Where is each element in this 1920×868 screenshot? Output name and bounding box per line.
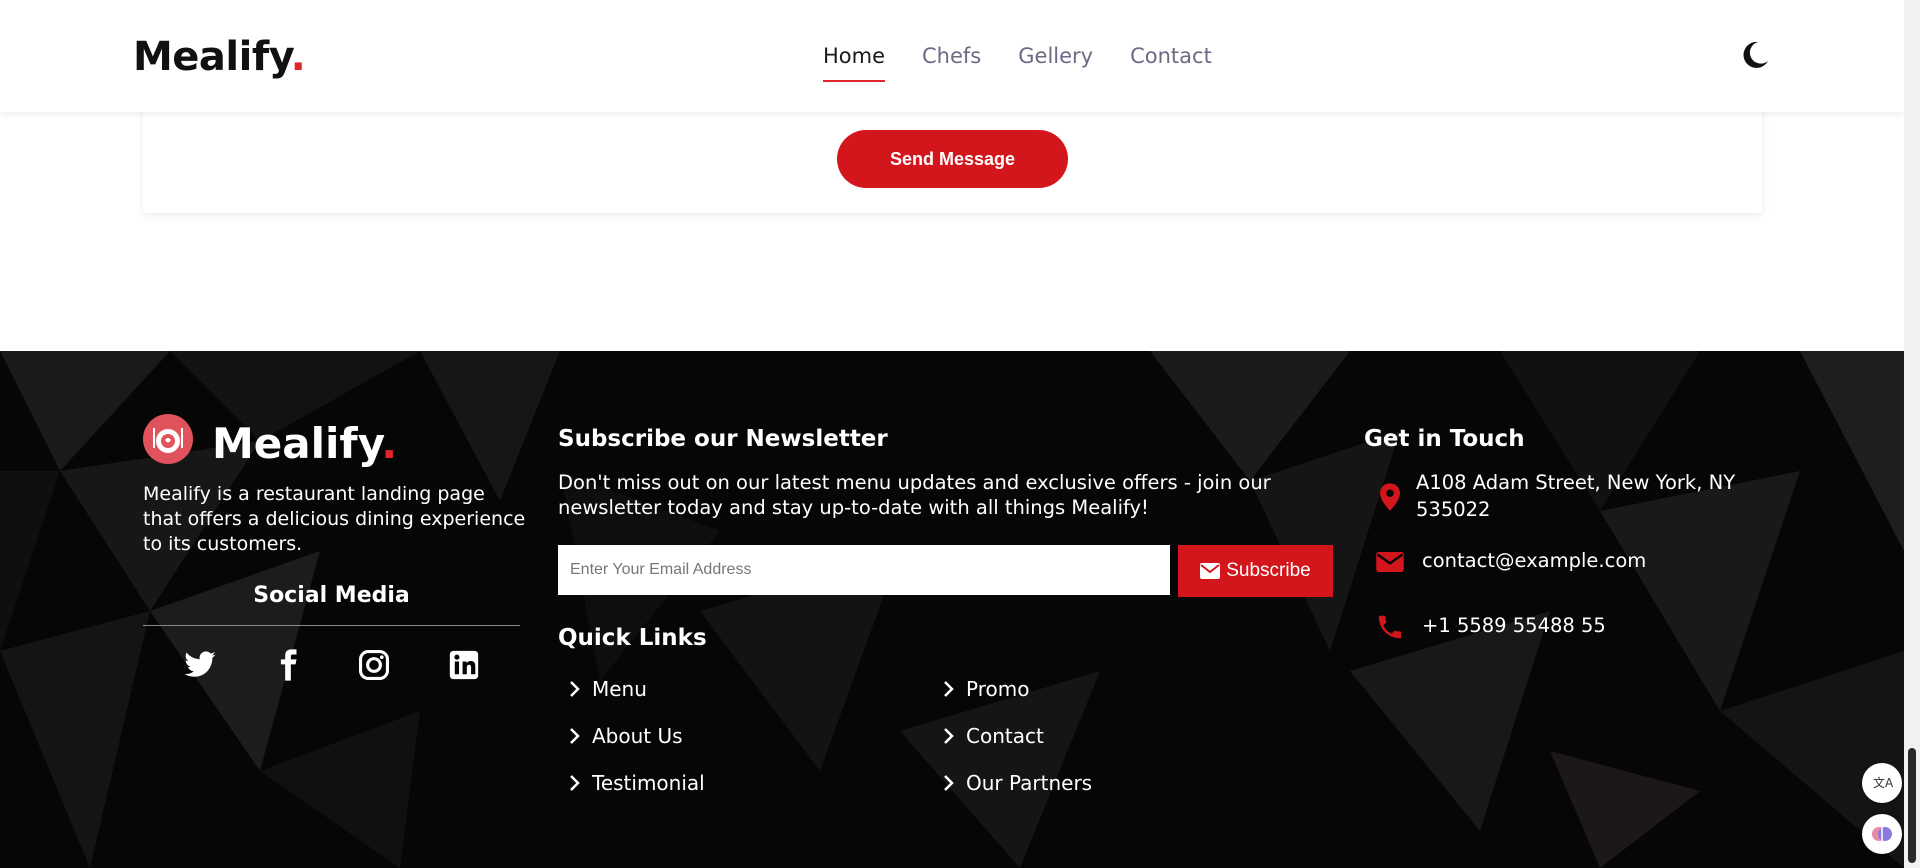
- quick-link-our-partners[interactable]: Our Partners: [942, 771, 1092, 795]
- brand-logo[interactable]: Mealify.: [133, 34, 306, 80]
- nav-contact[interactable]: Contact: [1130, 44, 1212, 82]
- send-message-button[interactable]: Send Message: [837, 130, 1068, 188]
- scrollbar-thumb[interactable]: [1908, 748, 1916, 863]
- subscribe-button[interactable]: Subscribe: [1178, 545, 1333, 597]
- contact-address: A108 Adam Street, New York, NY 535022: [1416, 471, 1736, 521]
- translate-icon[interactable]: 文A: [1862, 763, 1902, 803]
- quick-links-heading: Quick Links: [558, 625, 707, 651]
- newsletter-heading: Subscribe our Newsletter: [558, 426, 888, 452]
- contact-email[interactable]: contact@example.com: [1422, 547, 1646, 574]
- contact-phone[interactable]: +1 5589 55488 55: [1422, 612, 1606, 639]
- get-in-touch-heading: Get in Touch: [1364, 426, 1525, 452]
- footer-description: Mealify is a restaurant landing page tha…: [143, 483, 526, 555]
- site-footer: Mealify. Mealify is a restaurant landing…: [0, 351, 1904, 868]
- chevron-right-icon: [570, 681, 580, 697]
- nav-gallery[interactable]: Gellery: [1018, 44, 1093, 82]
- subscribe-label: Subscribe: [1226, 560, 1311, 581]
- phone-icon: [1378, 615, 1402, 639]
- restaurant-logo-icon: [143, 414, 193, 464]
- quick-link-promo[interactable]: Promo: [942, 677, 1029, 701]
- footer-brand[interactable]: Mealify.: [212, 419, 397, 468]
- chevron-right-icon: [944, 681, 954, 697]
- chevron-right-icon: [944, 728, 954, 744]
- chevron-right-icon: [570, 775, 580, 791]
- location-pin-icon: [1380, 483, 1400, 511]
- page-scrollbar[interactable]: [1904, 0, 1920, 868]
- main-nav: Home Chefs Gellery Contact: [823, 44, 1212, 82]
- chevron-right-icon: [570, 728, 580, 744]
- divider: [143, 625, 520, 626]
- twitter-icon[interactable]: [183, 648, 217, 682]
- brain-icon[interactable]: [1862, 814, 1902, 854]
- envelope-icon: [1200, 563, 1221, 579]
- quick-link-menu[interactable]: Menu: [568, 677, 647, 701]
- top-navbar: Mealify. Home Chefs Gellery Contact: [0, 0, 1904, 112]
- svg-text:文A: 文A: [1873, 775, 1893, 790]
- envelope-icon: [1376, 552, 1404, 572]
- newsletter-email-input[interactable]: [558, 545, 1170, 595]
- social-media-heading: Social Media: [253, 583, 410, 608]
- moon-icon[interactable]: [1741, 40, 1769, 70]
- chevron-right-icon: [944, 775, 954, 791]
- nav-home[interactable]: Home: [823, 44, 886, 82]
- newsletter-text: Don't miss out on our latest menu update…: [558, 471, 1271, 519]
- facebook-icon[interactable]: [271, 648, 305, 682]
- quick-link-contact[interactable]: Contact: [942, 724, 1044, 748]
- linkedin-icon[interactable]: [447, 648, 481, 682]
- nav-chefs[interactable]: Chefs: [922, 44, 981, 82]
- quick-link-about-us[interactable]: About Us: [568, 724, 683, 748]
- instagram-icon[interactable]: [357, 648, 391, 682]
- quick-link-testimonial[interactable]: Testimonial: [568, 771, 705, 795]
